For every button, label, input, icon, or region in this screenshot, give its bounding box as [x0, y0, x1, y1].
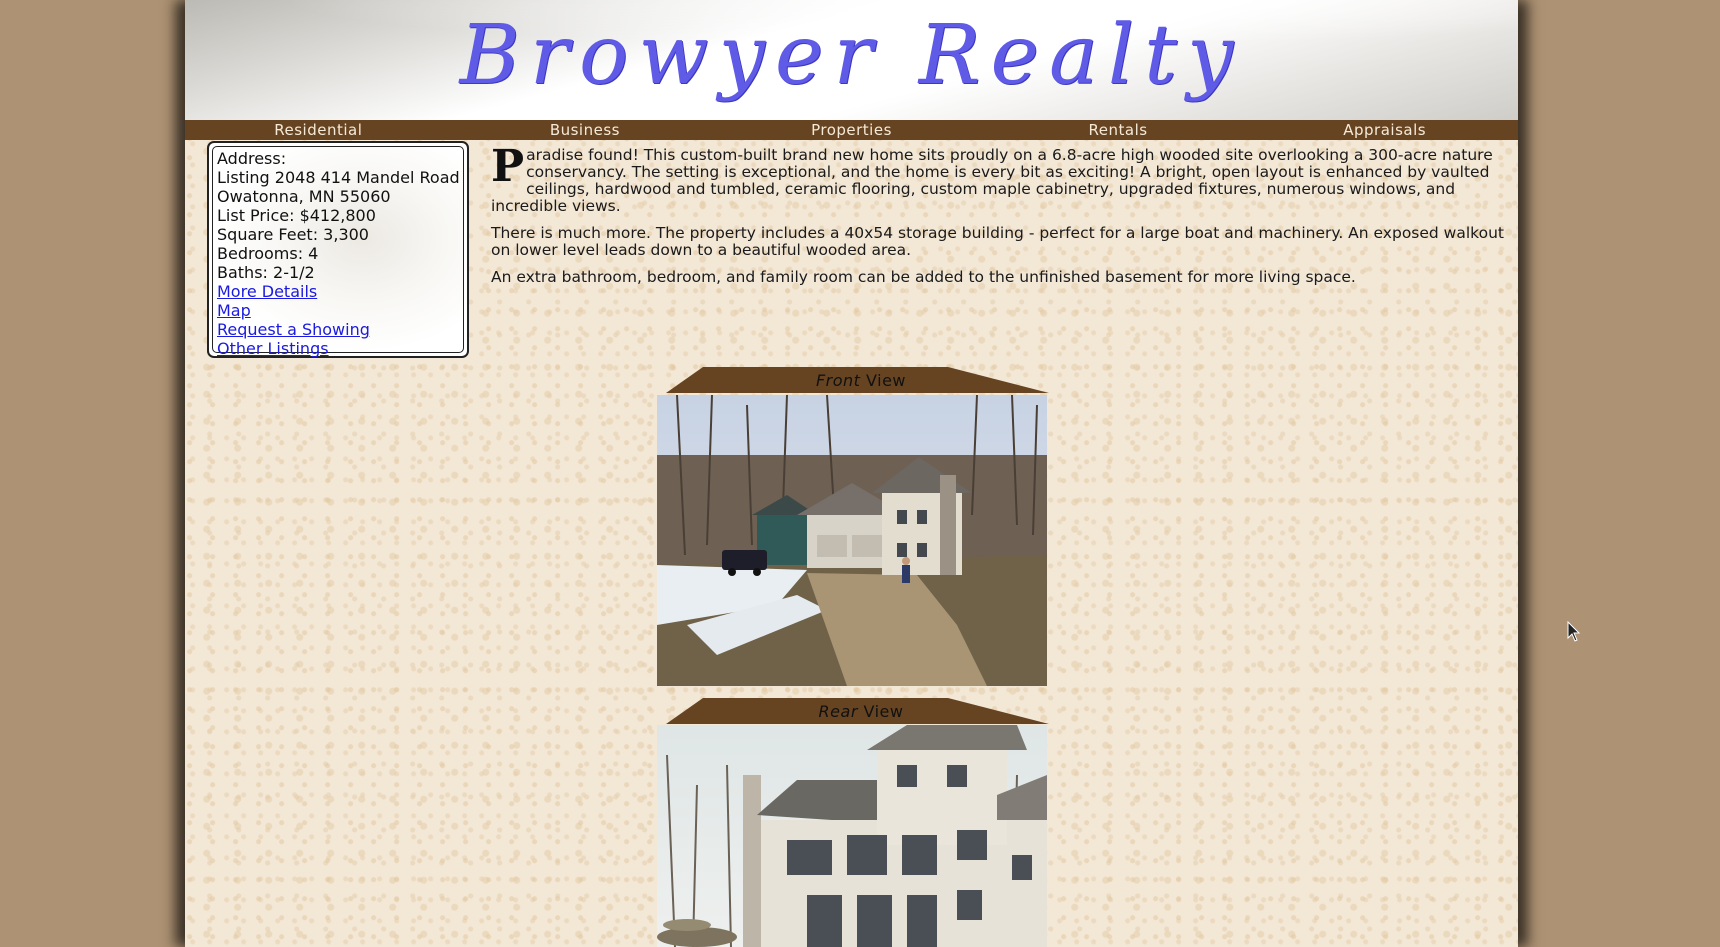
- listing-info-box: Address: Listing 2048 414 Mandel Road Ow…: [207, 141, 469, 358]
- map-link[interactable]: Map: [217, 301, 251, 320]
- front-view-caption: Front View: [815, 371, 907, 390]
- list-price: List Price: $412,800: [217, 206, 376, 225]
- description-paragraph-3: An extra bathroom, bedroom, and family r…: [491, 268, 1356, 286]
- paragraph-1-text: aradise found! This custom-built brand n…: [491, 146, 1493, 215]
- bedrooms: Bedrooms: 4: [217, 244, 319, 263]
- site-header: Browyer Realty: [185, 0, 1518, 120]
- listing-address: Listing 2048 414 Mandel Road: [217, 168, 460, 187]
- arrow-cursor-icon: [1567, 621, 1581, 642]
- front-house-image: [657, 395, 1047, 686]
- listing-city: Owatonna, MN 55060: [217, 187, 391, 206]
- baths: Baths: 2-1/2: [217, 263, 315, 282]
- listing-description: Paradise found! This custom-built brand …: [491, 141, 1516, 296]
- other-listings-link[interactable]: Other Listings: [217, 339, 329, 358]
- rear-house-image: [657, 725, 1047, 947]
- nav-item-residential[interactable]: Residential: [185, 120, 452, 140]
- nav-item-properties[interactable]: Properties: [718, 120, 985, 140]
- front-view-label: Front View: [666, 366, 1056, 394]
- drop-cap: P: [491, 141, 525, 192]
- description-paragraph-2: There is much more. The property include…: [491, 224, 1504, 259]
- rear-view-label: Rear View: [666, 697, 1056, 725]
- nav-item-business[interactable]: Business: [452, 120, 719, 140]
- listing-info-inner: Address: Listing 2048 414 Mandel Road Ow…: [212, 146, 464, 358]
- more-details-link[interactable]: More Details: [217, 282, 317, 301]
- address-label: Address:: [217, 149, 287, 168]
- request-showing-link[interactable]: Request a Showing: [217, 320, 370, 339]
- page-frame: Browyer Realty Residential Business Prop…: [185, 0, 1518, 947]
- nav-item-appraisals[interactable]: Appraisals: [1251, 120, 1518, 140]
- rear-view-photo[interactable]: [657, 725, 1047, 947]
- rear-view-caption: Rear View: [818, 702, 904, 721]
- front-view-photo[interactable]: [657, 395, 1047, 686]
- site-logo[interactable]: Browyer Realty: [185, 2, 1518, 110]
- nav-item-rentals[interactable]: Rentals: [985, 120, 1252, 140]
- square-feet: Square Feet: 3,300: [217, 225, 369, 244]
- description-paragraph-1: Paradise found! This custom-built brand …: [491, 141, 1516, 215]
- main-nav: Residential Business Properties Rentals …: [185, 120, 1518, 140]
